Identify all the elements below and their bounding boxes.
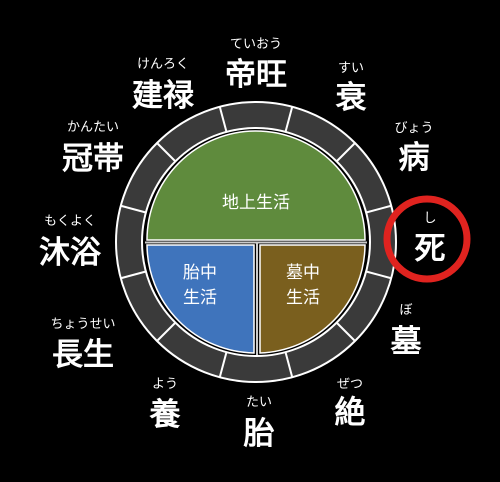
stage-you: よう 養: [149, 377, 182, 433]
grave-label-line2: 生活: [286, 288, 320, 308]
stage-kantai: かんたい 冠帯: [62, 120, 124, 177]
stage-kanji: 帝旺: [225, 57, 287, 93]
stage-shi: し 死: [415, 211, 446, 267]
stage-kanji: 養: [149, 397, 182, 433]
stage-tai: たい 胎: [243, 395, 275, 452]
stage-kanji: 胎: [243, 416, 275, 452]
twelve-stages-diagram: 地上生活 胎中 生活 墓中 生活 ていおう 帝旺 すい 衰 びょう 病 し 死 …: [0, 0, 500, 482]
stage-teiou: ていおう 帝旺: [225, 37, 287, 93]
stage-bo: ぼ 墓: [390, 303, 423, 360]
stage-mokuyoku: もくよく 沐浴: [39, 214, 102, 271]
stage-kanji: 衰: [336, 80, 367, 116]
stage-reading: けんろく: [137, 57, 189, 72]
stage-reading: もくよく: [44, 214, 96, 229]
stage-reading: かんたい: [67, 120, 119, 135]
grave-label-line1: 墓中: [286, 263, 320, 283]
stage-reading: ていおう: [230, 37, 282, 52]
stage-reading: し: [423, 211, 436, 226]
stage-kanji: 死: [415, 231, 446, 267]
stage-reading: ぼ: [399, 303, 412, 318]
stage-kanji: 長生: [52, 337, 114, 373]
womb-label-line2: 生活: [183, 288, 217, 308]
stage-zetsu: ぜつ 絶: [335, 377, 366, 431]
stage-kanji: 冠帯: [62, 141, 124, 177]
stage-byou: びょう 病: [394, 121, 433, 176]
stage-kanji: 沐浴: [39, 235, 102, 271]
stage-sui: すい 衰: [336, 61, 367, 116]
stage-kanji: 病: [399, 140, 430, 176]
stage-reading: よう: [152, 377, 178, 392]
stage-reading: ちょうせい: [50, 317, 115, 332]
stage-kenroku: けんろく 建禄: [132, 57, 195, 114]
stage-reading: たい: [246, 395, 272, 410]
stage-chousei: ちょうせい 長生: [50, 317, 115, 373]
womb-label-line1: 胎中: [183, 263, 217, 283]
stage-kanji: 墓: [390, 324, 423, 360]
stage-reading: びょう: [394, 121, 433, 136]
diagram-canvas: 地上生活 胎中 生活 墓中 生活 ていおう 帝旺 すい 衰 びょう 病 し 死 …: [39, 37, 471, 452]
stage-reading: すい: [338, 61, 364, 76]
stage-kanji: 絶: [335, 395, 366, 431]
above-ground-label: 地上生活: [222, 193, 290, 213]
stage-reading: ぜつ: [337, 377, 363, 392]
stage-kanji: 建禄: [132, 78, 195, 114]
